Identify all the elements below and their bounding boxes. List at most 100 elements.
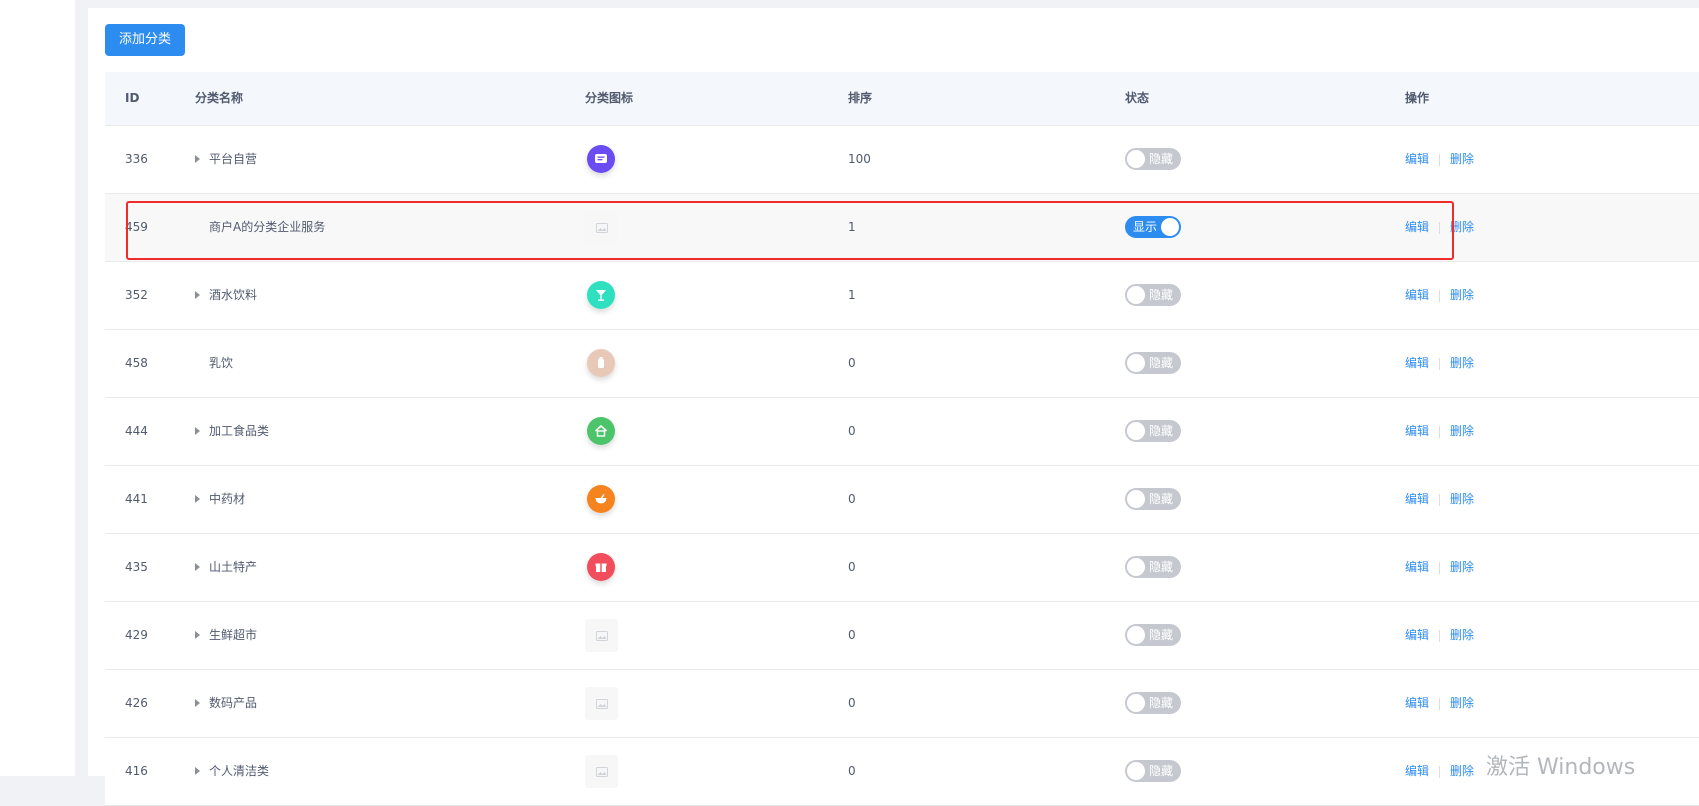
status-toggle[interactable]: 显示 — [1125, 216, 1181, 238]
row-actions: 编辑 删除 — [1405, 194, 1474, 261]
status-toggle[interactable]: 隐藏 — [1125, 488, 1181, 510]
table-row: 435 山土特产 0 隐藏 编辑 删除 — [105, 534, 1699, 602]
category-name: 乳饮 — [209, 356, 234, 370]
status-toggle[interactable]: 隐藏 — [1125, 352, 1181, 374]
action-divider — [1439, 425, 1441, 438]
delete-link[interactable]: 删除 — [1450, 152, 1474, 166]
content-panel: 添加分类 ID 分类名称 分类图标 排序 状态 操作 336 平台自营 100 隐藏编… — [88, 8, 1699, 806]
row-sort: 1 — [848, 288, 856, 302]
edit-link[interactable]: 编辑 — [1405, 220, 1429, 234]
toggle-knob — [1127, 694, 1145, 712]
row-sort: 100 — [848, 152, 871, 166]
row-actions: 编辑 删除 — [1405, 126, 1474, 193]
delete-link[interactable]: 删除 — [1450, 220, 1474, 234]
category-table: ID 分类名称 分类图标 排序 状态 操作 336 平台自营 100 隐藏 编辑 删除 45… — [105, 72, 1699, 806]
column-header-name: 分类名称 — [195, 91, 244, 105]
table-row: 416 个人清洁类 0 隐藏 编辑 删除 — [105, 738, 1699, 806]
row-name: 乳饮 — [195, 330, 233, 397]
row-actions: 编辑 删除 — [1405, 398, 1474, 465]
status-toggle-label: 隐藏 — [1148, 152, 1173, 166]
image-placeholder-icon — [585, 687, 618, 720]
toggle-knob — [1127, 150, 1145, 168]
expand-arrow-icon[interactable] — [195, 766, 200, 775]
category-name: 加工食品类 — [209, 424, 270, 438]
sidebar-gutter — [75, 0, 88, 776]
edit-link[interactable]: 编辑 — [1405, 560, 1429, 574]
edit-link[interactable]: 编辑 — [1405, 152, 1429, 166]
delete-link[interactable]: 删除 — [1450, 424, 1474, 438]
row-id: 459 — [125, 220, 148, 234]
image-placeholder-icon — [585, 755, 618, 788]
action-divider — [1439, 493, 1441, 506]
edit-link[interactable]: 编辑 — [1405, 424, 1429, 438]
action-divider — [1439, 289, 1441, 302]
table-row: 352 酒水饮料 1 隐藏 编辑 删除 — [105, 262, 1699, 330]
delete-link[interactable]: 删除 — [1450, 628, 1474, 642]
status-toggle[interactable]: 隐藏 — [1125, 692, 1181, 714]
row-sort: 1 — [848, 220, 856, 234]
windows-activation-watermark: 激活 Windows — [1486, 755, 1636, 780]
status-toggle-label: 隐藏 — [1148, 764, 1173, 778]
toggle-knob — [1127, 626, 1145, 644]
category-name: 中药材 — [209, 492, 246, 506]
row-id: 458 — [125, 356, 148, 370]
status-toggle-label: 隐藏 — [1148, 424, 1173, 438]
expand-arrow-icon[interactable] — [195, 698, 200, 707]
edit-link[interactable]: 编辑 — [1405, 356, 1429, 370]
row-actions: 编辑 删除 — [1405, 466, 1474, 533]
row-name: 酒水饮料 — [195, 262, 257, 329]
status-toggle-label: 隐藏 — [1148, 696, 1173, 710]
edit-link[interactable]: 编辑 — [1405, 628, 1429, 642]
expand-arrow-icon[interactable] — [195, 154, 200, 163]
table-row: 336 平台自营 100 隐藏 编辑 删除 — [105, 126, 1699, 194]
row-name: 个人清洁类 — [195, 738, 269, 805]
category-name: 数码产品 — [209, 696, 258, 710]
status-toggle[interactable]: 隐藏 — [1125, 556, 1181, 578]
row-id: 429 — [125, 628, 148, 642]
expand-arrow-icon[interactable] — [195, 290, 200, 299]
expand-arrow-icon[interactable] — [195, 494, 200, 503]
add-category-button[interactable]: 添加分类 — [105, 24, 185, 56]
delete-link[interactable]: 删除 — [1450, 560, 1474, 574]
expand-arrow-icon[interactable] — [195, 630, 200, 639]
column-header-sort: 排序 — [848, 91, 873, 105]
delete-link[interactable]: 删除 — [1450, 356, 1474, 370]
row-id: 416 — [125, 764, 148, 778]
delete-link[interactable]: 删除 — [1450, 288, 1474, 302]
toggle-knob — [1127, 490, 1145, 508]
row-name: 中药材 — [195, 466, 245, 533]
status-toggle[interactable]: 隐藏 — [1125, 420, 1181, 442]
row-sort: 0 — [848, 560, 856, 574]
table-row: 429 生鲜超市 0 隐藏 编辑 删除 — [105, 602, 1699, 670]
gift-icon — [587, 553, 615, 581]
row-id: 444 — [125, 424, 148, 438]
row-name: 商户A的分类企业服务 — [195, 194, 325, 261]
table-row: 459 商户A的分类企业服务 1 显示 编辑 删除 — [105, 194, 1699, 262]
edit-link[interactable]: 编辑 — [1405, 492, 1429, 506]
expand-arrow-icon[interactable] — [195, 426, 200, 435]
toggle-knob — [1127, 422, 1145, 440]
row-name: 山土特产 — [195, 534, 257, 601]
toggle-knob — [1127, 354, 1145, 372]
action-divider — [1439, 357, 1441, 370]
cocktail-icon — [587, 281, 615, 309]
expand-arrow-icon[interactable] — [195, 562, 200, 571]
delete-link[interactable]: 删除 — [1450, 492, 1474, 506]
delete-link[interactable]: 删除 — [1450, 696, 1474, 710]
column-header-actions: 操作 — [1405, 91, 1430, 105]
table-header: ID 分类名称 分类图标 排序 状态 操作 — [105, 72, 1699, 126]
edit-link[interactable]: 编辑 — [1405, 288, 1429, 302]
row-sort: 0 — [848, 424, 856, 438]
status-toggle-label: 隐藏 — [1148, 288, 1173, 302]
toggle-knob — [1161, 218, 1179, 236]
toggle-knob — [1127, 762, 1145, 780]
image-placeholder-icon — [585, 211, 618, 244]
edit-link[interactable]: 编辑 — [1405, 696, 1429, 710]
status-toggle[interactable]: 隐藏 — [1125, 148, 1181, 170]
status-toggle[interactable]: 隐藏 — [1125, 284, 1181, 306]
status-toggle[interactable]: 隐藏 — [1125, 624, 1181, 646]
status-toggle[interactable]: 隐藏 — [1125, 760, 1181, 782]
row-actions: 编辑 删除 — [1405, 738, 1474, 805]
toggle-knob — [1127, 286, 1145, 304]
row-sort: 0 — [848, 492, 856, 506]
